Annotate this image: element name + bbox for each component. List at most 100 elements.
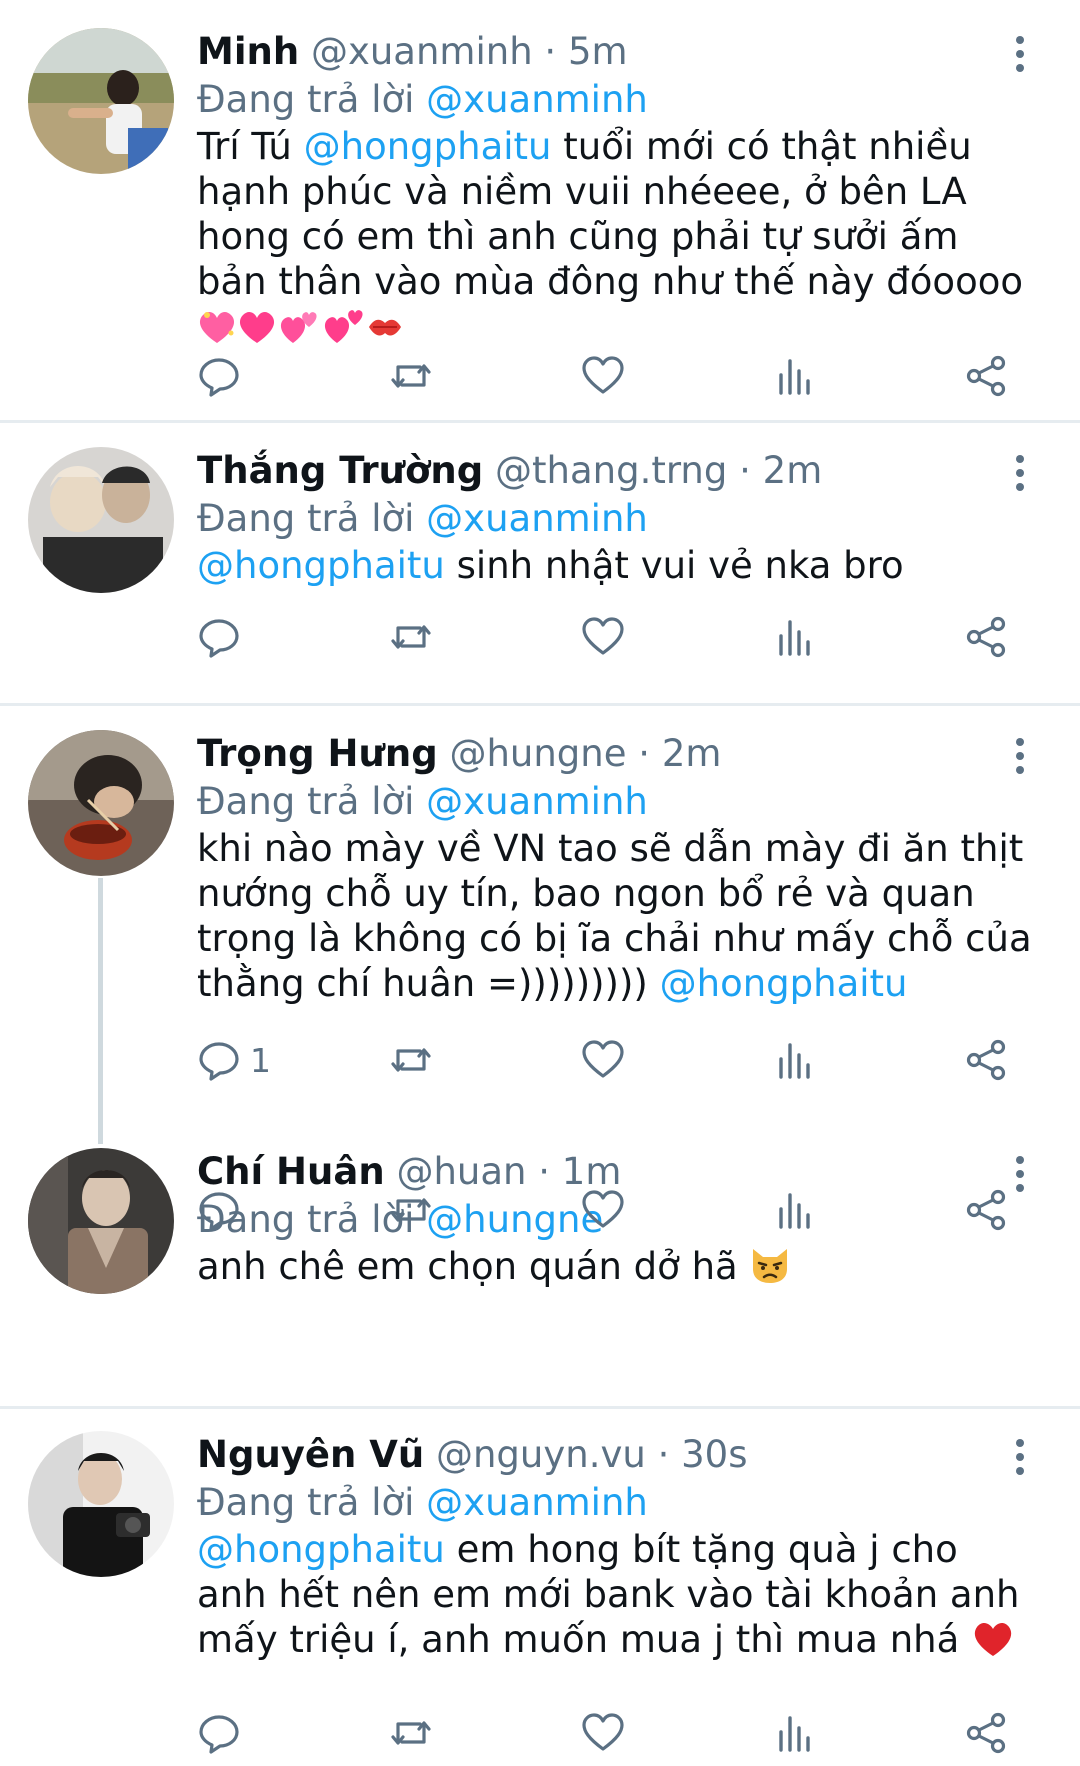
analytics-icon — [779, 1716, 810, 1752]
tweet-text: anh chê em chọn quán dở hã — [197, 1244, 1037, 1295]
reply-icon — [199, 619, 239, 658]
reply-to-mention[interactable]: @xuanminh — [426, 1481, 648, 1524]
tweet-actions — [0, 609, 1080, 665]
analytics-button[interactable] — [772, 1032, 818, 1088]
heart-icon — [582, 356, 624, 394]
retweet-icon — [391, 1198, 431, 1222]
reply-button[interactable] — [196, 609, 242, 665]
more-options-icon[interactable] — [1000, 30, 1040, 78]
analytics-icon — [779, 1043, 810, 1079]
more-options-icon[interactable] — [1000, 449, 1040, 497]
timestamp[interactable]: 2m — [662, 732, 722, 775]
tweet-header: Thắng Trường @thang.trng · 2m — [197, 447, 822, 495]
separator: · — [657, 1433, 682, 1476]
tweet[interactable]: Minh @xuanminh · 5m Đang trả lời @xuanmi… — [0, 0, 1080, 420]
tweet[interactable]: Nguyên Vũ @nguyn.vu · 30s Đang trả lời @… — [0, 1409, 1080, 1766]
text-segment: sinh nhật vui vẻ nka bro — [444, 544, 904, 587]
like-button[interactable] — [580, 1182, 626, 1238]
text-segment: anh chê em chọn quán dở hã — [197, 1245, 750, 1288]
display-name[interactable]: Trọng Hưng — [197, 732, 438, 775]
tweet-text: @hongphaitu sinh nhật vui vẻ nka bro — [197, 543, 1037, 588]
avatar-image — [28, 28, 174, 174]
tweet-actions — [0, 348, 1080, 404]
replying-to-label: Đang trả lời — [197, 497, 415, 540]
username[interactable]: @hungne — [449, 732, 626, 775]
heart-icon — [582, 1713, 624, 1751]
reply-to-mention[interactable]: @xuanminh — [426, 78, 648, 121]
more-options-icon[interactable] — [1000, 1433, 1040, 1481]
share-icon — [966, 1039, 1006, 1081]
tweet-header: Nguyên Vũ @nguyn.vu · 30s — [197, 1431, 747, 1479]
replying-to-label: Đang trả lời — [197, 1481, 415, 1524]
username[interactable]: @xuanminh — [311, 30, 533, 73]
username[interactable]: @thang.trng — [495, 449, 727, 492]
reply-to-mention[interactable]: @xuanminh — [426, 780, 648, 823]
analytics-button[interactable] — [772, 609, 818, 665]
replying-to: Đang trả lời @xuanminh — [197, 778, 648, 826]
tweet[interactable]: Trọng Hưng @hungne · 2m Đang trả lời @xu… — [0, 706, 1080, 1126]
reply-button[interactable] — [196, 1705, 242, 1761]
reply-button[interactable]: 1 — [196, 1032, 271, 1088]
reply-icon — [199, 1192, 239, 1231]
timestamp[interactable]: 2m — [763, 449, 823, 492]
retweet-button[interactable] — [388, 609, 434, 665]
timestamp[interactable]: 5m — [568, 30, 628, 73]
analytics-icon — [779, 1193, 810, 1229]
like-button[interactable] — [580, 348, 626, 404]
analytics-button[interactable] — [772, 1705, 818, 1761]
share-button[interactable] — [964, 1705, 1010, 1761]
more-options-icon[interactable] — [1000, 732, 1040, 780]
reply-feed: Minh @xuanminh · 5m Đang trả lời @xuanmi… — [0, 0, 1080, 1766]
retweet-button[interactable] — [388, 348, 434, 404]
display-name[interactable]: Thắng Trường — [197, 449, 483, 492]
mention-link[interactable]: @hongphaitu — [660, 962, 908, 1005]
mention-link[interactable]: @hongphaitu — [304, 125, 552, 168]
like-button[interactable] — [580, 1705, 626, 1761]
share-icon — [966, 355, 1006, 397]
timestamp[interactable]: 30s — [681, 1433, 747, 1476]
red-heart-icon — [971, 1620, 1015, 1668]
replying-to: Đang trả lời @xuanminh — [197, 1479, 648, 1527]
analytics-button[interactable] — [772, 348, 818, 404]
reply-count: 1 — [250, 1040, 271, 1080]
analytics-icon — [779, 359, 810, 395]
heart-icon — [582, 1040, 624, 1078]
share-button[interactable] — [964, 609, 1010, 665]
tweet[interactable]: Chí Huân @huan · 1m Đang trả lời @hungne… — [0, 1126, 1080, 1406]
avatar[interactable] — [28, 28, 174, 174]
reply-icon — [199, 1715, 239, 1754]
reply-button[interactable] — [196, 1182, 242, 1238]
analytics-button[interactable] — [772, 1182, 818, 1238]
tweet-text: @hongphaitu em hong bít tặng quà j cho a… — [197, 1527, 1037, 1668]
display-name[interactable]: Minh — [197, 30, 299, 73]
tweet-actions — [0, 1182, 1080, 1238]
username[interactable]: @nguyn.vu — [436, 1433, 646, 1476]
retweet-button[interactable] — [388, 1032, 434, 1088]
share-button[interactable] — [964, 1032, 1010, 1088]
reply-to-mention[interactable]: @xuanminh — [426, 497, 648, 540]
retweet-icon — [391, 1721, 431, 1745]
share-button[interactable] — [964, 348, 1010, 404]
mention-link[interactable]: @hongphaitu — [197, 1528, 445, 1571]
retweet-button[interactable] — [388, 1705, 434, 1761]
avatar[interactable] — [28, 1431, 174, 1577]
share-button[interactable] — [964, 1182, 1010, 1238]
tweet-header: Minh @xuanminh · 5m — [197, 28, 628, 76]
reply-button[interactable] — [196, 348, 242, 404]
pouting-cat-icon — [749, 1245, 791, 1295]
heart-icon — [582, 1190, 624, 1228]
avatar-image — [28, 447, 174, 593]
like-button[interactable] — [580, 1032, 626, 1088]
mention-link[interactable]: @hongphaitu — [197, 544, 445, 587]
retweet-button[interactable] — [388, 1182, 434, 1238]
tweet-header: Trọng Hưng @hungne · 2m — [197, 730, 721, 778]
avatar[interactable] — [28, 730, 174, 876]
avatar[interactable] — [28, 447, 174, 593]
tweet-actions: 1 — [0, 1032, 1080, 1088]
share-icon — [966, 1189, 1006, 1231]
like-button[interactable] — [580, 609, 626, 665]
tweet[interactable]: Thắng Trường @thang.trng · 2m Đang trả l… — [0, 423, 1080, 703]
separator: · — [739, 449, 763, 492]
display-name[interactable]: Nguyên Vũ — [197, 1433, 424, 1476]
avatar-image — [28, 1431, 174, 1577]
